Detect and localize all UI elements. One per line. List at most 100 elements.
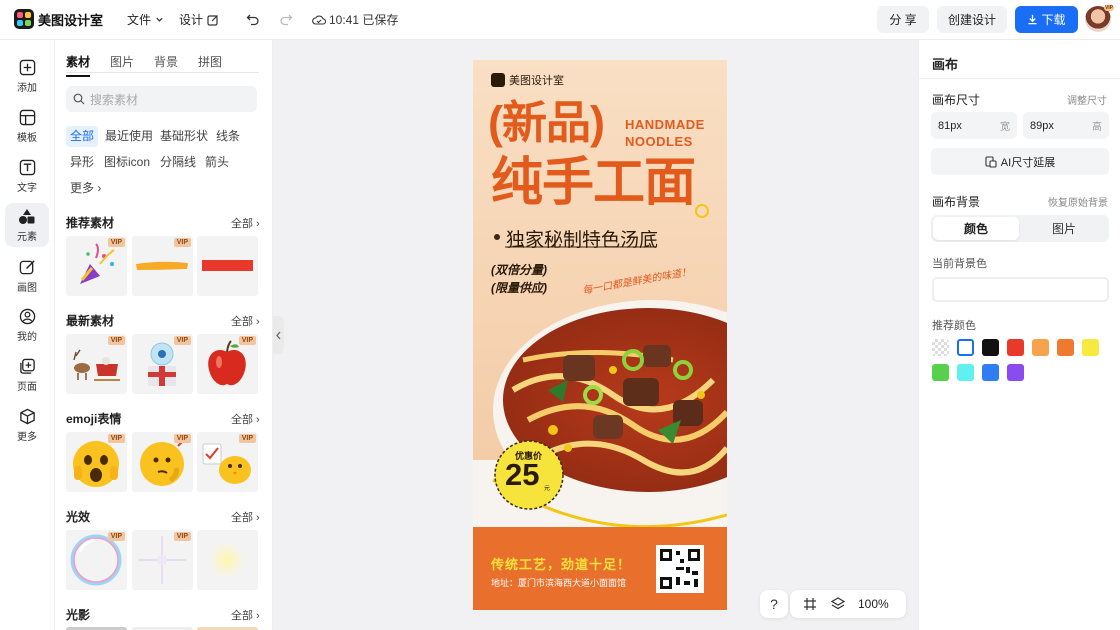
tab-collage[interactable]: 拼图 (198, 53, 222, 77)
see-all-label: 全部 (231, 316, 253, 328)
see-all-emoji[interactable]: 全部 › (231, 411, 260, 427)
chip-dividers[interactable]: 分隔线 (156, 152, 200, 173)
poster-bottom-line: 传统工艺，劲道十足！ (491, 557, 632, 572)
left-rail: 添加 模板 文字 元素 画图 我的 页面 更多 (0, 40, 55, 630)
width-input[interactable]: 81px 宽 (931, 112, 1017, 139)
swatch-blue[interactable] (982, 364, 999, 381)
height-input[interactable]: 89px 高 (1023, 112, 1109, 139)
rail-item-draw[interactable]: 画图 (5, 254, 49, 298)
chip-all[interactable]: 全部 (66, 126, 99, 147)
asset-party-popper[interactable]: VIP (66, 236, 127, 296)
grid-icon[interactable] (803, 597, 817, 611)
app-logo[interactable]: 美图设计室 (14, 9, 103, 29)
save-status-text: 10:41 已保存 (329, 13, 399, 27)
rail-item-page[interactable]: 页面 (5, 353, 49, 397)
swatch-transparent[interactable] (932, 339, 949, 356)
user-icon (19, 308, 35, 324)
swatch-red[interactable] (1007, 339, 1024, 356)
redo-icon[interactable] (279, 13, 293, 27)
asset-emoji-shocked[interactable]: VIP (66, 432, 127, 492)
share-button[interactable]: 分 享 (877, 6, 929, 33)
help-button[interactable]: ? (760, 590, 788, 618)
canvas-bg-label: 画布背景 (932, 195, 981, 209)
see-all-light-effects[interactable]: 全部 › (231, 509, 260, 525)
rail-item-add[interactable]: 添加 (5, 54, 49, 98)
see-all-latest[interactable]: 全部 › (231, 313, 260, 329)
swatch-orange[interactable] (1057, 339, 1074, 356)
rail-item-more[interactable]: 更多 (5, 403, 49, 447)
chip-more[interactable]: 更多 › (66, 178, 105, 199)
file-menu[interactable]: 文件 (127, 11, 164, 28)
ai-resize-icon (985, 155, 997, 168)
download-icon (1028, 14, 1038, 25)
panel-divider (919, 78, 1120, 79)
cloud-check-icon (312, 15, 326, 25)
section-title-light-shadow: 光影 (66, 608, 91, 622)
create-design-button[interactable]: 创建设计 (937, 6, 1007, 33)
swatch-light-orange[interactable] (1032, 339, 1049, 356)
recommended-colors-label: 推荐颜色 (932, 320, 976, 332)
chip-irregular[interactable]: 异形 (66, 152, 98, 173)
chip-icons[interactable]: 图标icon (100, 152, 154, 173)
asset-bubble[interactable]: VIP (66, 530, 127, 590)
poster-tagline: 独家秘制特色汤底 (506, 230, 659, 251)
cube-icon (19, 408, 35, 424)
avatar[interactable]: VIP (1085, 5, 1114, 32)
tab-materials[interactable]: 素材 (66, 53, 91, 77)
layers-icon[interactable] (831, 597, 845, 611)
rail-item-template[interactable]: 模板 (5, 104, 49, 148)
swatch-cyan[interactable] (957, 364, 974, 381)
asset-red-apple[interactable]: VIP (197, 334, 258, 394)
undo-icon[interactable] (246, 13, 260, 27)
swatch-black[interactable] (982, 339, 999, 356)
swatch-yellow[interactable] (1082, 339, 1099, 356)
see-all-light-shadow[interactable]: 全部 › (231, 607, 260, 623)
chip-basic-shapes[interactable]: 基础形状 (156, 126, 212, 147)
restore-bg-link[interactable]: 恢复原始背景 (1048, 194, 1108, 209)
swatch-white[interactable] (957, 339, 974, 356)
canvas-size-label: 画布尺寸 (932, 93, 981, 107)
adjust-size-link[interactable]: 调整尺寸 (1067, 92, 1107, 107)
asset-sparkle[interactable]: VIP (132, 530, 193, 590)
shapes-icon (19, 208, 35, 224)
bg-tab-image[interactable]: 图片 (1021, 217, 1107, 240)
chip-arrows[interactable]: 箭头 (201, 152, 233, 173)
current-bg-swatch[interactable] (932, 277, 1109, 302)
zoom-level[interactable]: 100% (858, 597, 889, 611)
chip-recent[interactable]: 最近使用 (101, 126, 157, 147)
rail-item-elements[interactable]: 元素 (5, 203, 49, 247)
chip-lines[interactable]: 线条 (212, 126, 244, 147)
swatch-green[interactable] (932, 364, 949, 381)
design-menu[interactable]: 设计 (179, 11, 219, 28)
tab-backgrounds[interactable]: 背景 (154, 53, 178, 77)
swatch-purple[interactable] (1007, 364, 1024, 381)
top-bar: 美图设计室 文件 设计 10:41 已保存 分 享 创建设计 下载 VIP (0, 0, 1120, 40)
search-input[interactable]: 搜索素材 (66, 86, 257, 112)
asset-tabs: 素材 图片 背景 拼图 (66, 53, 242, 77)
see-all-label: 全部 (231, 218, 253, 230)
logo-mark-icon (14, 9, 34, 29)
bg-tab-color[interactable]: 颜色 (933, 217, 1019, 240)
asset-emoji-chick[interactable]: VIP (197, 432, 258, 492)
asset-yellow-stroke[interactable]: VIP (132, 236, 193, 296)
ai-extend-label: AI尺寸延展 (1000, 156, 1056, 169)
asset-red-bar[interactable] (197, 236, 258, 296)
tab-images[interactable]: 图片 (110, 53, 134, 77)
tab-divider (66, 72, 259, 73)
asset-snow-globe-gift[interactable]: VIP (132, 334, 193, 394)
asset-emoji-thinking[interactable]: VIP (132, 432, 193, 492)
poster-english-2: NOODLES (625, 134, 693, 149)
see-all-recommended[interactable]: 全部 › (231, 215, 260, 231)
rail-label: 模板 (17, 132, 37, 144)
rail-item-mine[interactable]: 我的 (5, 303, 49, 347)
download-button[interactable]: 下载 (1015, 6, 1078, 33)
rail-item-text[interactable]: 文字 (5, 154, 49, 198)
collapse-panel-button[interactable] (273, 316, 284, 354)
ai-extend-button[interactable]: AI尺寸延展 (931, 148, 1109, 175)
asset-reindeer-sleigh[interactable]: VIP (66, 334, 127, 394)
poster-canvas[interactable]: 美图设计室 (新品) HANDMADE NOODLES 纯手工面 独家秘制特色汤… (473, 60, 727, 610)
vip-badge: VIP (173, 532, 191, 541)
section-title-recommended: 推荐素材 (66, 216, 115, 230)
asset-glow[interactable] (197, 530, 258, 590)
poster-headline-2: 纯手工面 (491, 154, 696, 212)
